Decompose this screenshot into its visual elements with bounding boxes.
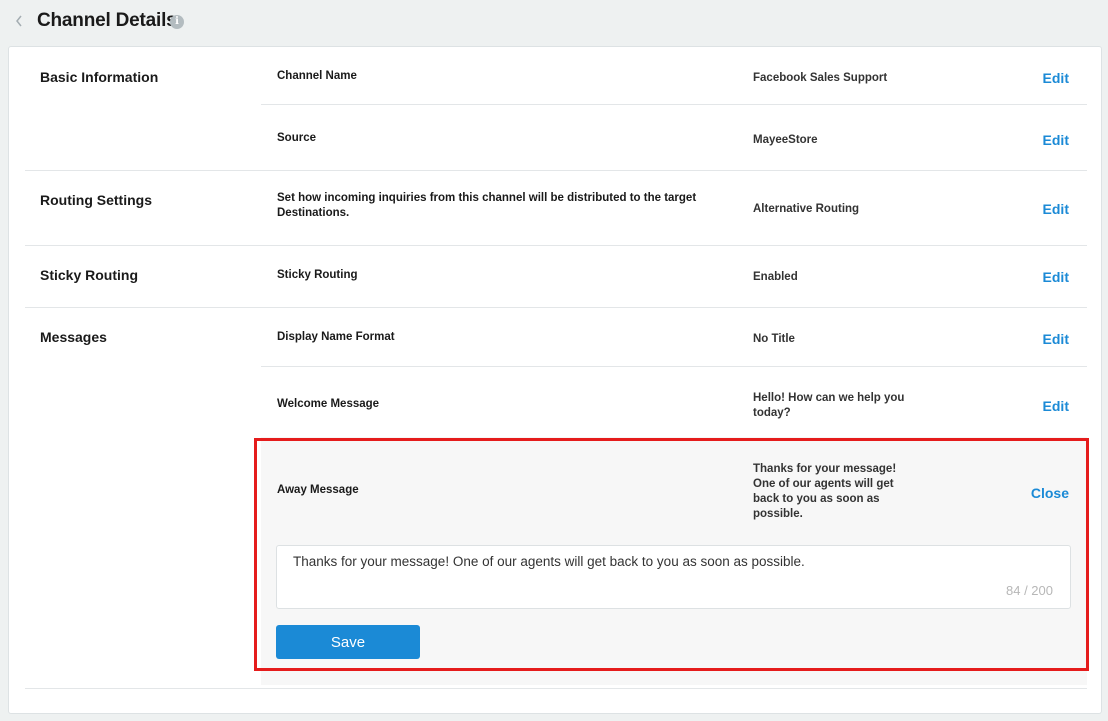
- channel-details-panel: Basic Information Channel Name Facebook …: [8, 46, 1102, 714]
- channel-name-label: Channel Name: [277, 70, 357, 82]
- section-messages: Messages: [40, 329, 107, 345]
- source-edit-link[interactable]: Edit: [1043, 132, 1069, 148]
- section-sticky-routing: Sticky Routing: [40, 267, 139, 283]
- info-icon[interactable]: i: [170, 15, 184, 29]
- divider: [25, 245, 1087, 246]
- channel-name-value: Facebook Sales Support: [753, 72, 888, 84]
- section-routing-settings: Routing Settings: [40, 192, 152, 208]
- page-title: Channel Details: [37, 10, 177, 31]
- welcome-message-label: Welcome Message: [277, 398, 380, 410]
- divider: [25, 170, 1087, 171]
- sticky-routing-label: Sticky Routing: [277, 269, 358, 281]
- divider: [25, 307, 1087, 308]
- display-name-format-value: No Title: [753, 333, 795, 345]
- display-name-format-edit-link[interactable]: Edit: [1043, 331, 1069, 347]
- source-value: MayeeStore: [753, 134, 818, 146]
- routing-edit-link[interactable]: Edit: [1043, 201, 1069, 217]
- highlight-box: [254, 438, 1089, 671]
- divider: [261, 104, 1087, 105]
- section-basic-information: Basic Information: [40, 69, 159, 85]
- page-header: Channel Details i: [0, 0, 1108, 44]
- chevron-left-icon[interactable]: [14, 14, 26, 30]
- welcome-message-value: Hello! How can we help you today?: [753, 392, 905, 419]
- divider: [25, 688, 1087, 689]
- display-name-format-label: Display Name Format: [277, 331, 395, 343]
- routing-value: Alternative Routing: [753, 203, 860, 215]
- source-label: Source: [277, 132, 316, 144]
- channel-name-edit-link[interactable]: Edit: [1043, 70, 1069, 86]
- sticky-routing-edit-link[interactable]: Edit: [1043, 269, 1069, 285]
- welcome-message-edit-link[interactable]: Edit: [1043, 398, 1069, 414]
- divider: [261, 366, 1087, 367]
- routing-description-label: Set how incoming inquiries from this cha…: [277, 192, 697, 219]
- sticky-routing-value: Enabled: [753, 271, 798, 283]
